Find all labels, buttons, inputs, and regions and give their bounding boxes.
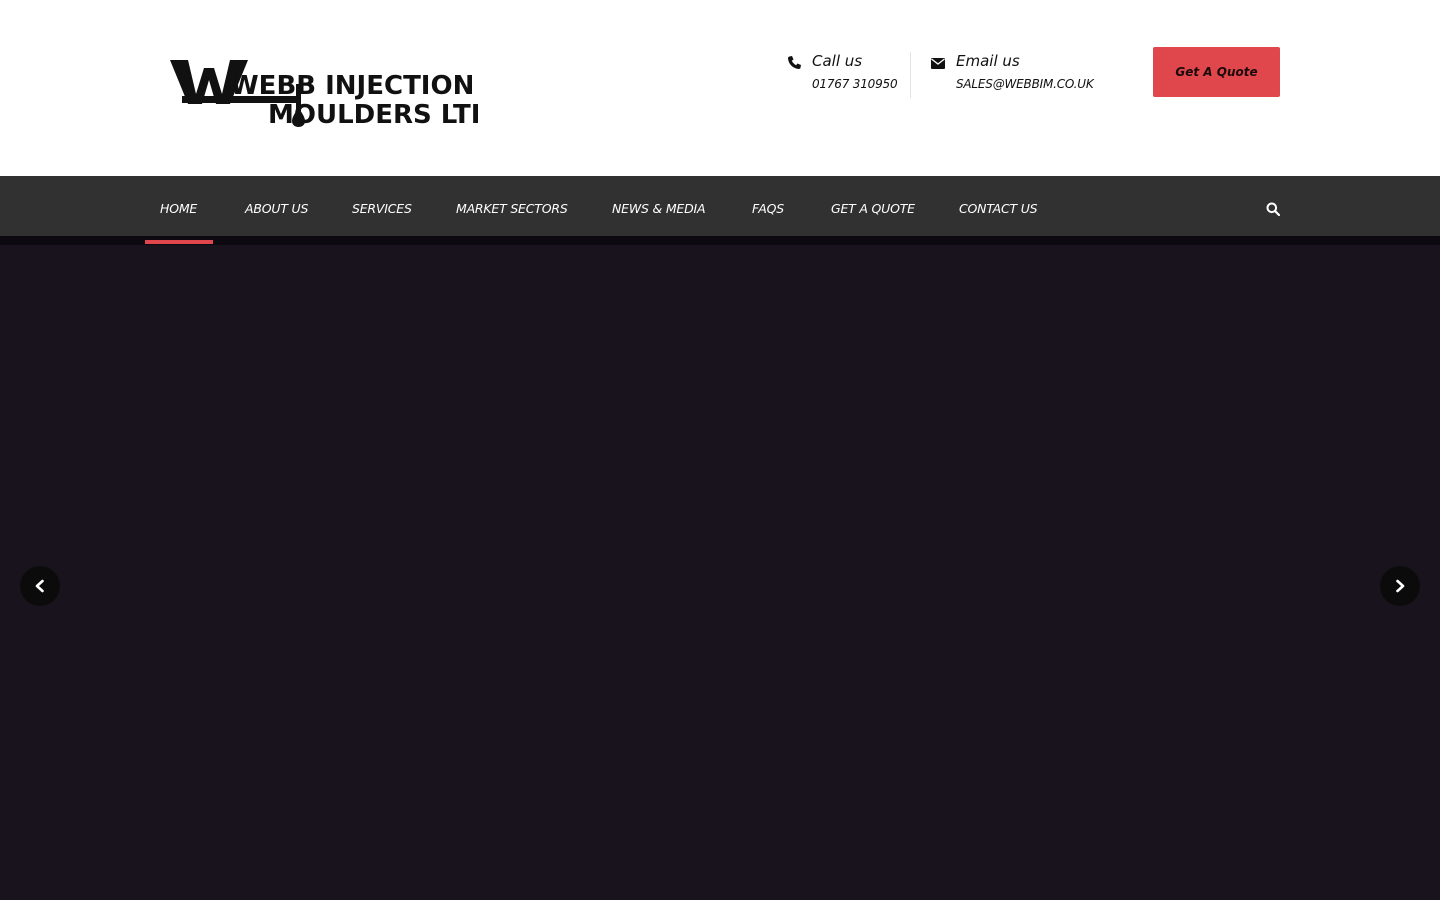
logo-text-line2: MOULDERS LTD [268, 100, 478, 128]
nav-bottom-band [0, 236, 1440, 245]
get-a-quote-button[interactable]: Get A Quote [1153, 47, 1280, 97]
nav-active-indicator [145, 240, 213, 244]
phone-number[interactable]: 01767 310950 [812, 77, 898, 91]
nav-item-faqs[interactable]: FAQS [752, 176, 784, 236]
email-address[interactable]: SALES@WEBBIM.CO.UK [956, 77, 1094, 91]
phone-icon [787, 56, 801, 70]
nav-item-news-media[interactable]: NEWS & MEDIA [612, 176, 706, 236]
contact-email[interactable]: Email us SALES@WEBBIM.CO.UK [930, 52, 1130, 98]
slider-next-button[interactable] [1380, 566, 1420, 606]
logo-graphic: WEBB INJECTION MOULDERS LTD [170, 60, 478, 128]
slider-prev-button[interactable] [20, 566, 60, 606]
nav-item-market-sectors[interactable]: MARKET SECTORS [456, 176, 568, 236]
main-navigation: HOME ABOUT US SERVICES MARKET SECTORS NE… [0, 176, 1440, 236]
nav-item-get-a-quote[interactable]: GET A QUOTE [831, 176, 915, 236]
call-us-label: Call us [812, 52, 863, 70]
nav-item-contact-us[interactable]: CONTACT US [959, 176, 1038, 236]
chevron-left-icon [35, 579, 44, 593]
logo-text-line1: WEBB INJECTION [230, 71, 474, 101]
chevron-right-icon [1396, 579, 1405, 593]
search-icon[interactable] [1266, 202, 1280, 216]
nav-item-home[interactable]: HOME [160, 176, 197, 236]
email-us-label: Email us [956, 52, 1020, 70]
contact-call[interactable]: Call us 01767 310950 [786, 52, 906, 98]
nav-item-services[interactable]: SERVICES [352, 176, 412, 236]
site-header: WEBB INJECTION MOULDERS LTD Call us 0176… [0, 0, 1440, 176]
contact-divider [910, 52, 911, 98]
company-logo[interactable]: WEBB INJECTION MOULDERS LTD [168, 56, 478, 128]
hero-slider [0, 245, 1440, 900]
envelope-icon [931, 58, 945, 69]
nav-item-about-us[interactable]: ABOUT US [245, 176, 308, 236]
